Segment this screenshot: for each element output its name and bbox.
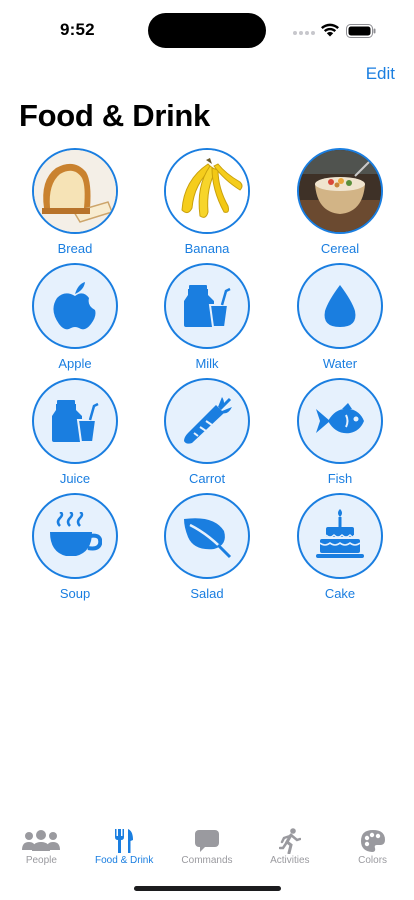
bread-photo [32,148,118,234]
tab-label: Activities [270,855,310,866]
fish-icon [297,378,383,464]
juice-icon [32,378,118,464]
apple-icon [32,263,118,349]
speech-bubble-icon [187,828,227,854]
carrot-icon [164,378,250,464]
tile-juice[interactable]: Juice [15,378,135,490]
status-bar: 9:52 [0,0,414,60]
soup-icon [32,493,118,579]
tile-label: Carrot [188,471,226,486]
water-drop-icon [297,263,383,349]
tile-fish[interactable]: Fish [280,378,400,490]
status-time: 9:52 [60,20,95,39]
tile-soup[interactable]: Soup [15,493,135,605]
tile-label: Water [322,356,358,371]
milk-icon [164,263,250,349]
palette-icon [353,828,393,854]
home-indicator[interactable] [134,886,281,891]
tile-banana[interactable]: Banana [147,148,267,260]
tab-label: Commands [181,855,233,866]
tile-bread[interactable]: Bread [15,148,135,260]
tab-label: Food & Drink [95,855,154,866]
battery-icon [346,24,376,38]
tile-label: Soup [59,586,91,601]
tile-label: Cake [324,586,356,601]
tile-label: Cereal [320,241,360,256]
cereal-photo [297,148,383,234]
page-title: Food & Drink [19,98,210,133]
tile-label: Salad [190,586,224,601]
tile-label: Apple [58,356,92,371]
edit-button[interactable]: Edit [366,64,395,84]
tab-label: Colors [358,855,388,866]
tile-salad[interactable]: Salad [147,493,267,605]
tile-cake[interactable]: Cake [280,493,400,605]
tile-cereal[interactable]: Cereal [280,148,400,260]
tile-milk[interactable]: Milk [147,263,267,375]
tile-water[interactable]: Water [280,263,400,375]
tile-apple[interactable]: Apple [15,263,135,375]
people-icon [21,828,61,854]
tile-label: Milk [195,356,219,371]
tile-label: Juice [59,471,91,486]
fork-knife-icon [104,828,144,854]
dynamic-island [148,13,266,48]
tile-label: Fish [327,471,353,486]
wifi-icon [321,23,339,37]
leaf-icon [164,493,250,579]
cake-icon [297,493,383,579]
tab-colors[interactable]: Colors [331,818,414,900]
tile-label: Bread [57,241,93,256]
banana-photo [164,148,250,234]
tab-people[interactable]: People [0,818,83,900]
tab-label: People [25,855,57,866]
tile-label: Banana [184,241,230,256]
running-figure-icon [270,828,310,854]
cellular-signal-icon [293,31,315,35]
tile-carrot[interactable]: Carrot [147,378,267,490]
